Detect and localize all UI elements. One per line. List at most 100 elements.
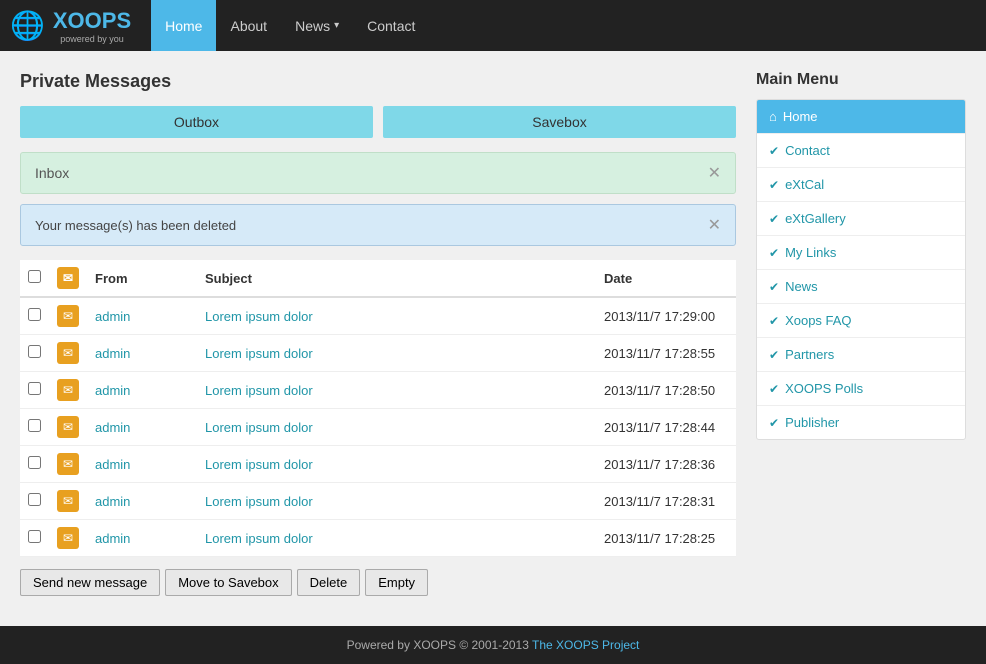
envelope-icon: ✉ <box>57 305 79 327</box>
sidebar-item-label: Xoops FAQ <box>785 313 851 328</box>
sidebar-item-label: Contact <box>785 143 830 158</box>
row-checkbox[interactable] <box>28 456 41 469</box>
sidebar-item-news[interactable]: ✔News <box>757 270 965 304</box>
inbox-bar: Inbox ✕ <box>20 152 736 194</box>
sidebar-item-partners[interactable]: ✔ Partners <box>757 338 965 372</box>
row-date: 2013/11/7 17:28:36 <box>596 446 736 483</box>
row-from: admin <box>87 520 197 557</box>
col-header-checkbox <box>20 260 49 297</box>
nav-item-news-label: News <box>295 18 330 34</box>
from-link[interactable]: admin <box>95 309 130 324</box>
sidebar-item-label: Publisher <box>785 415 839 430</box>
row-icon-cell: ✉ <box>49 372 87 409</box>
row-checkbox[interactable] <box>28 530 41 543</box>
subject-link[interactable]: Lorem ipsum dolor <box>205 309 313 324</box>
sidebar-item-label: eXtGallery <box>785 211 846 226</box>
row-checkbox[interactable] <box>28 382 41 395</box>
nav-item-contact[interactable]: Contact <box>353 0 429 51</box>
sidebar-item-xoops-polls[interactable]: ✔XOOPS Polls <box>757 372 965 406</box>
sidebar-item-extgallery[interactable]: ✔ eXtGallery <box>757 202 965 236</box>
from-link[interactable]: admin <box>95 383 130 398</box>
footer-link[interactable]: The XOOPS Project <box>532 638 639 652</box>
nav-item-home[interactable]: Home <box>151 0 216 51</box>
savebox-button[interactable]: Savebox <box>383 106 736 138</box>
from-link[interactable]: admin <box>95 420 130 435</box>
col-header-subject: Subject <box>197 260 596 297</box>
from-link[interactable]: admin <box>95 346 130 361</box>
col-header-from: From <box>87 260 197 297</box>
brand-logo[interactable]: 🌐 XOOPS powered by you <box>10 8 131 44</box>
messages-table: ✉ From Subject Date ✉ admin Lorem ipsum … <box>20 260 736 557</box>
row-date: 2013/11/7 17:28:25 <box>596 520 736 557</box>
subject-link[interactable]: Lorem ipsum dolor <box>205 457 313 472</box>
envelope-header-icon: ✉ <box>57 267 79 289</box>
delete-button[interactable]: Delete <box>297 569 361 596</box>
sidebar-menu: ⌂Home✔Contact✔eXtCal✔eXtGallery✔My Links… <box>756 99 966 440</box>
row-checkbox[interactable] <box>28 308 41 321</box>
subject-link[interactable]: Lorem ipsum dolor <box>205 494 313 509</box>
row-checkbox-cell <box>20 446 49 483</box>
brand-sub: powered by you <box>53 34 131 44</box>
footer-text: Powered by XOOPS © 2001-2013 <box>347 638 532 652</box>
sidebar-item-xoops-faq[interactable]: ✔ Xoops FAQ <box>757 304 965 338</box>
table-row: ✉ admin Lorem ipsum dolor 2013/11/7 17:2… <box>20 409 736 446</box>
empty-button[interactable]: Empty <box>365 569 428 596</box>
subject-link[interactable]: Lorem ipsum dolor <box>205 531 313 546</box>
row-subject: Lorem ipsum dolor <box>197 446 596 483</box>
inbox-close-icon[interactable]: ✕ <box>708 163 721 183</box>
move-to-savebox-button[interactable]: Move to Savebox <box>165 569 291 596</box>
check-icon: ✔ <box>769 314 779 328</box>
from-link[interactable]: admin <box>95 531 130 546</box>
row-subject: Lorem ipsum dolor <box>197 297 596 335</box>
outbox-button[interactable]: Outbox <box>20 106 373 138</box>
sidebar-item-label: Partners <box>785 347 834 362</box>
row-subject: Lorem ipsum dolor <box>197 520 596 557</box>
page-container: Private Messages Outbox Savebox Inbox ✕ … <box>0 51 986 616</box>
sidebar-title: Main Menu <box>756 71 966 89</box>
mailbox-buttons: Outbox Savebox <box>20 106 736 138</box>
alert-close-icon[interactable]: ✕ <box>708 215 721 235</box>
sidebar: Main Menu ⌂Home✔Contact✔eXtCal✔eXtGaller… <box>756 71 966 596</box>
row-date: 2013/11/7 17:28:55 <box>596 335 736 372</box>
table-row: ✉ admin Lorem ipsum dolor 2013/11/7 17:2… <box>20 520 736 557</box>
footer: Powered by XOOPS © 2001-2013 The XOOPS P… <box>0 626 986 664</box>
sidebar-item-publisher[interactable]: ✔Publisher <box>757 406 965 439</box>
col-header-date: Date <box>596 260 736 297</box>
sidebar-item-extcal[interactable]: ✔ eXtCal <box>757 168 965 202</box>
nav-item-news[interactable]: News ▾ <box>281 0 353 51</box>
check-icon: ✔ <box>769 348 779 362</box>
from-link[interactable]: admin <box>95 457 130 472</box>
subject-link[interactable]: Lorem ipsum dolor <box>205 420 313 435</box>
nav-item-about[interactable]: About <box>216 0 281 51</box>
globe-icon: 🌐 <box>10 9 45 42</box>
row-checkbox-cell <box>20 409 49 446</box>
row-from: admin <box>87 372 197 409</box>
row-icon-cell: ✉ <box>49 483 87 520</box>
row-checkbox[interactable] <box>28 345 41 358</box>
subject-link[interactable]: Lorem ipsum dolor <box>205 383 313 398</box>
sidebar-item-my-links[interactable]: ✔My Links <box>757 236 965 270</box>
sidebar-item-label: eXtCal <box>785 177 824 192</box>
row-from: admin <box>87 446 197 483</box>
envelope-icon: ✉ <box>57 527 79 549</box>
row-checkbox[interactable] <box>28 493 41 506</box>
sidebar-item-contact[interactable]: ✔Contact <box>757 134 965 168</box>
row-icon-cell: ✉ <box>49 446 87 483</box>
brand-name: XOOPS <box>53 8 131 34</box>
select-all-checkbox[interactable] <box>28 270 41 283</box>
inbox-label: Inbox <box>35 165 69 181</box>
action-buttons: Send new message Move to Savebox Delete … <box>20 569 736 596</box>
from-link[interactable]: admin <box>95 494 130 509</box>
check-icon: ✔ <box>769 212 779 226</box>
table-row: ✉ admin Lorem ipsum dolor 2013/11/7 17:2… <box>20 297 736 335</box>
check-icon: ✔ <box>769 382 779 396</box>
row-date: 2013/11/7 17:29:00 <box>596 297 736 335</box>
check-icon: ✔ <box>769 178 779 192</box>
send-new-message-button[interactable]: Send new message <box>20 569 160 596</box>
row-subject: Lorem ipsum dolor <box>197 372 596 409</box>
sidebar-item-home[interactable]: ⌂Home <box>757 100 965 134</box>
row-date: 2013/11/7 17:28:50 <box>596 372 736 409</box>
subject-link[interactable]: Lorem ipsum dolor <box>205 346 313 361</box>
row-icon-cell: ✉ <box>49 520 87 557</box>
row-checkbox[interactable] <box>28 419 41 432</box>
